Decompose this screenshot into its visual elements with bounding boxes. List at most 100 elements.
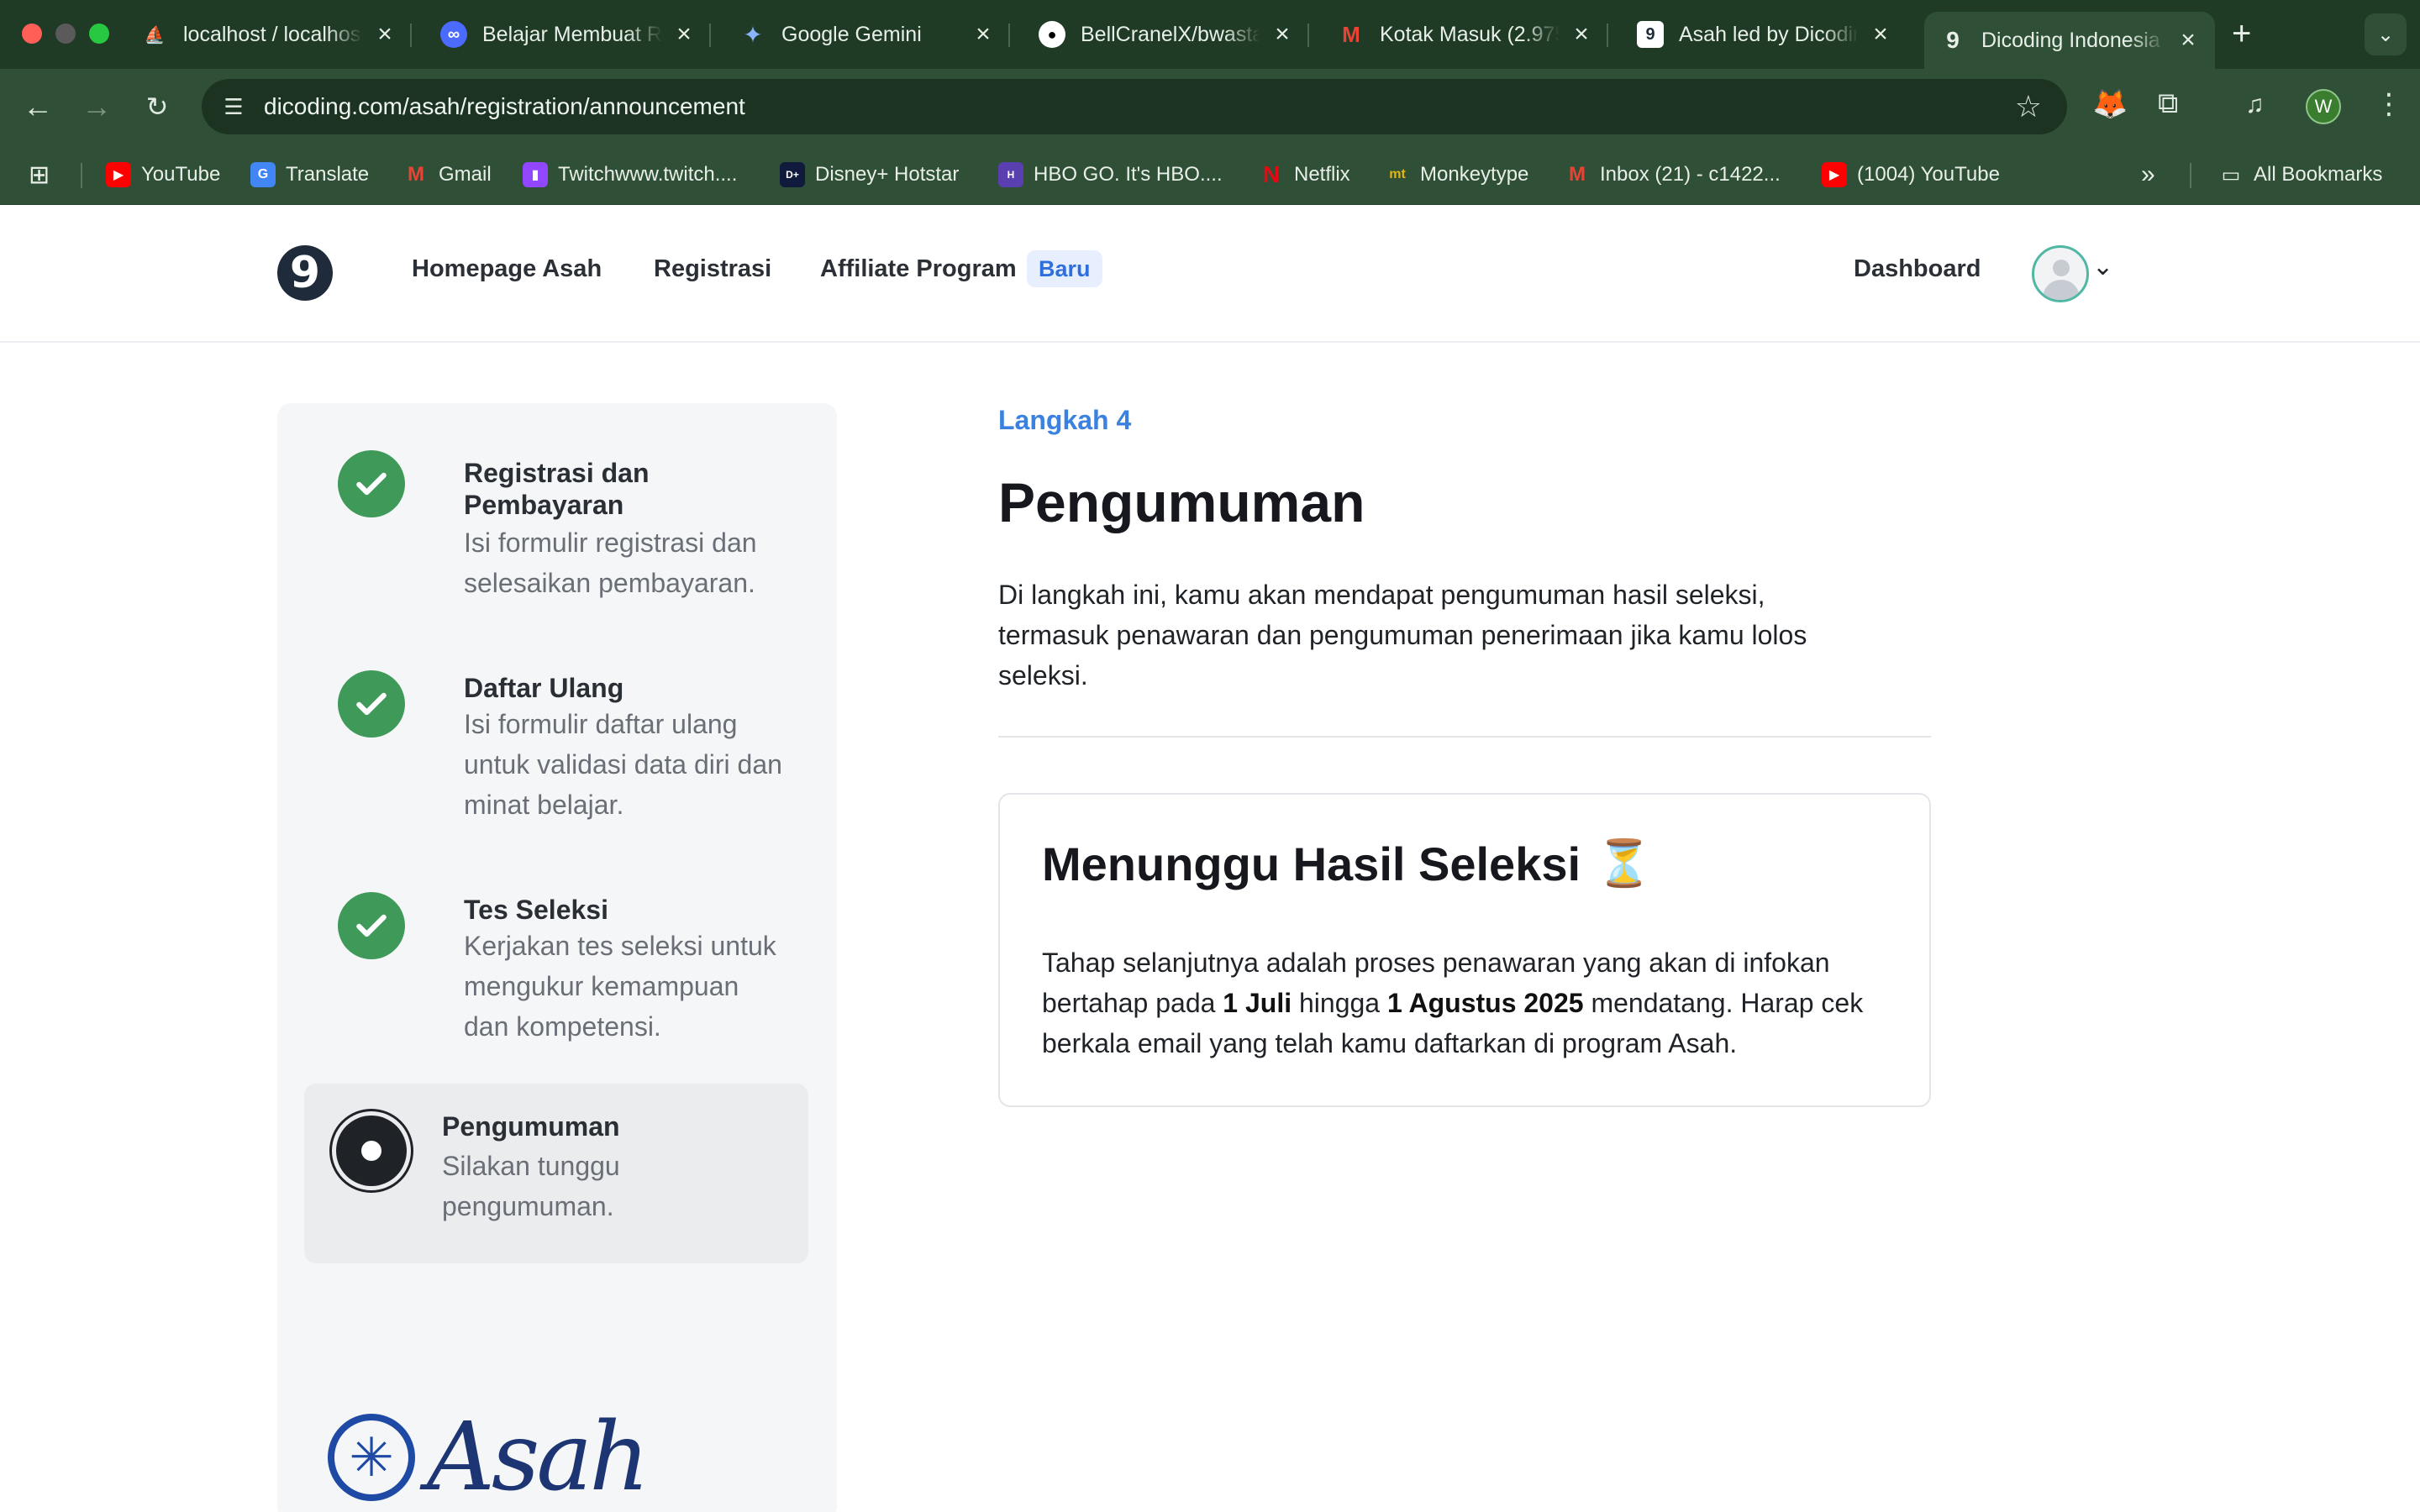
bookmarks-bar: ⊞ ▶ YouTube G Translate M Gmail ▮ Twitch… (0, 144, 2420, 205)
browser-tab[interactable]: ⛵ localhost / localhost × (126, 12, 412, 57)
step-description: Isi formulir registrasi dan (464, 528, 757, 558)
address-bar[interactable]: ☰ dicoding.com/asah/registration/announc… (202, 79, 2067, 134)
start-date: 1 Juli (1223, 988, 1292, 1018)
github-icon: ● (1039, 21, 1065, 48)
monkeytype-icon: mt (1389, 167, 1406, 181)
announcement-card: Menunggu Hasil Seleksi ⏳ Tahap selanjutn… (998, 793, 1931, 1107)
bookmark-item[interactable]: M Gmail (403, 158, 492, 192)
bookmark-item[interactable]: mt Monkeytype (1385, 158, 1528, 192)
step-title: Tes Seleksi (464, 895, 608, 925)
gmail-icon: M (408, 163, 424, 186)
apps-grid-icon[interactable]: ⊞ (29, 158, 50, 192)
close-tab-icon[interactable]: × (1270, 20, 1294, 49)
chevron-down-icon[interactable]: ⌄ (2092, 252, 2113, 281)
metamask-extension-icon[interactable]: 🦊 (2092, 87, 2128, 121)
bookmark-item[interactable]: G Translate (250, 158, 369, 192)
check-icon (338, 670, 405, 738)
end-date: 1 Agustus 2025 (1386, 988, 1584, 1018)
step-label: Langkah 4 (998, 405, 1132, 435)
step-description: mengukur kemampuan (464, 971, 739, 1001)
gmail-icon: M (1342, 21, 1360, 47)
browser-menu-icon[interactable]: ⋮ (2375, 87, 2403, 121)
nav-dashboard[interactable]: Dashboard (1854, 255, 1981, 283)
close-tab-icon[interactable]: × (2176, 26, 2200, 55)
bookmark-star-icon[interactable]: ☆ (2015, 89, 2042, 124)
step-title: Pengumuman (442, 1111, 620, 1142)
youtube-icon: ▶ (1822, 162, 1847, 187)
close-window-button[interactable] (22, 24, 42, 44)
bookmark-item[interactable]: D+ Disney+ Hotstar (780, 158, 959, 192)
registration-steps-sidebar: Registrasi dan Pembayaran Isi formulir r… (277, 403, 837, 1512)
dicoding-logo[interactable]: 9 (277, 245, 333, 301)
new-badge: Baru (1027, 250, 1102, 287)
step-daftar-ulang[interactable]: Daftar Ulang Isi formulir daftar ulang u… (304, 670, 808, 855)
bookmark-item[interactable]: ▶ (1004) YouTube (1822, 158, 2000, 192)
nav-registrasi[interactable]: Registrasi (654, 255, 771, 283)
bookmark-item[interactable]: N Netflix (1259, 158, 1350, 192)
hotstar-icon: D+ (780, 162, 805, 187)
all-bookmarks-folder[interactable]: ▭ All Bookmarks (2218, 158, 2383, 192)
close-tab-icon[interactable]: × (672, 20, 696, 49)
browser-tab[interactable]: 9 Asah led by Dicoding × (1622, 12, 1907, 57)
browser-tab[interactable]: ∞ Belajar Membuat React × (425, 12, 711, 57)
bookmark-item[interactable]: H HBO GO. It's HBO.... (998, 158, 1223, 192)
new-tab-icon[interactable]: + (2232, 15, 2251, 53)
browser-tab-active[interactable]: 9 Dicoding Indonesia × (1924, 12, 2215, 69)
more-bookmarks-chevron-icon[interactable]: » (2141, 158, 2155, 192)
folder-icon: ▭ (2221, 163, 2241, 186)
extensions-puzzle-icon[interactable]: ⧉ (2158, 87, 2178, 120)
step-description: untuk validasi data diri dan (464, 749, 782, 780)
page-title: Pengumuman (998, 471, 1365, 533)
step-description: minat belajar. (464, 790, 624, 820)
profile-avatar[interactable]: W (2306, 89, 2341, 124)
phpmyadmin-icon: ⛵ (144, 25, 166, 45)
section-divider (998, 736, 1931, 738)
browser-tab[interactable]: ✦ Google Gemini × (724, 12, 1010, 57)
step-title: Pembayaran (464, 490, 624, 520)
step-description: pengumuman. (442, 1191, 614, 1221)
close-tab-icon[interactable]: × (971, 20, 995, 49)
site-info-icon[interactable]: ☰ (217, 90, 250, 123)
user-avatar[interactable] (2032, 245, 2089, 302)
intro-text: Di langkah ini, kamu akan mendapat pengu… (998, 580, 1807, 690)
bookmark-item[interactable]: ▶ YouTube (106, 158, 220, 192)
netflix-icon: N (1262, 161, 1281, 187)
asterisk-logo-icon: ✳ (328, 1414, 415, 1501)
asah-wordmark: Asah (427, 1403, 650, 1512)
close-tab-icon[interactable]: × (1570, 20, 1593, 49)
dicoding-icon: 9 (1946, 27, 1960, 53)
card-title: Menunggu Hasil Seleksi ⏳ (1042, 837, 1653, 890)
browser-toolbar: ← → ↻ ☰ dicoding.com/asah/registration/a… (0, 69, 2420, 144)
check-icon (338, 892, 405, 959)
step-tes-seleksi[interactable]: Tes Seleksi Kerjakan tes seleksi untuk m… (304, 892, 808, 1077)
browser-tab-bar: ⛵ localhost / localhost × ∞ Belajar Memb… (0, 0, 2420, 69)
nav-affiliate-program[interactable]: Affiliate Program (820, 255, 1017, 283)
step-pengumuman-current[interactable]: Pengumuman Silakan tunggu pengumuman. (304, 1084, 808, 1263)
media-controls-icon[interactable]: ♫ (2245, 91, 2265, 119)
bookmark-item[interactable]: M Inbox (21) - c1422... (1565, 158, 1781, 192)
forward-icon[interactable]: → (77, 87, 116, 126)
meta-icon: ∞ (440, 21, 467, 48)
hourglass-icon: ⏳ (1596, 838, 1653, 889)
browser-tab[interactable]: M Kotak Masuk (2.975) × (1323, 12, 1608, 57)
maximize-window-button[interactable] (89, 24, 109, 44)
bookmark-item[interactable]: ▮ Twitchwww.twitch.... (523, 158, 737, 192)
step-description: selesaikan pembayaran. (464, 568, 755, 598)
tab-search-chevron-icon[interactable]: ⌄ (2365, 13, 2407, 55)
check-icon (338, 450, 405, 517)
minimize-window-button[interactable] (55, 24, 76, 44)
youtube-icon: ▶ (106, 162, 131, 187)
nav-homepage-asah[interactable]: Homepage Asah (412, 255, 602, 283)
step-description: dan kompetensi. (464, 1011, 661, 1042)
reload-icon[interactable]: ↻ (138, 87, 176, 126)
step-description: Kerjakan tes seleksi untuk (464, 931, 776, 961)
step-registrasi-pembayaran[interactable]: Registrasi dan Pembayaran Isi formulir r… (304, 450, 808, 618)
gemini-icon: ✦ (743, 21, 763, 48)
current-step-icon (329, 1109, 413, 1193)
close-tab-icon[interactable]: × (1869, 20, 1892, 49)
browser-tab[interactable]: ● BellCranelX/bwastay × (1023, 12, 1309, 57)
close-tab-icon[interactable]: × (373, 20, 397, 49)
hbo-icon: H (998, 162, 1023, 187)
back-icon[interactable]: ← (18, 87, 57, 126)
url-text[interactable]: dicoding.com/asah/registration/announcem… (264, 93, 745, 120)
